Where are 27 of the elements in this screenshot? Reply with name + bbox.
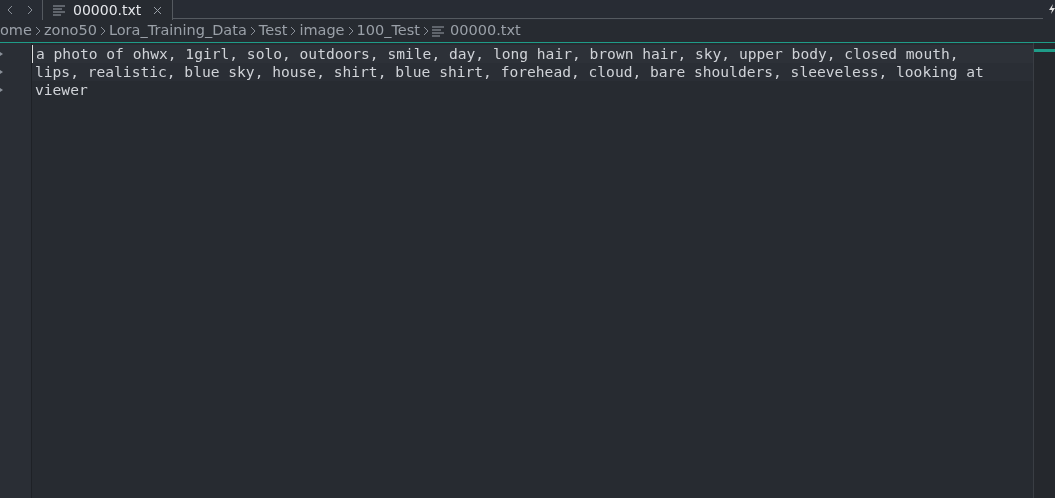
editor-tab[interactable]: 00000.txt [42,0,174,20]
chevron-right-icon [27,5,33,15]
wrap-marker-icon [0,70,3,74]
lightning-icon[interactable] [1049,4,1055,14]
breadcrumb-item[interactable]: 00000.txt [450,20,521,42]
text-line: lips, realistic, blue sky, house, shirt, blue shirt, forehead, cloud, bare shoulders, sleeveless, looking at [35,62,984,83]
breadcrumb-item[interactable]: Lora_Training_Data [108,20,247,42]
breadcrumb-item[interactable]: Test [258,20,288,42]
close-icon[interactable] [153,5,163,15]
line-marker-icon [0,52,3,56]
document-icon [432,25,445,37]
breadcrumb-item[interactable]: ome [0,20,32,42]
chevron-left-icon [7,5,13,15]
chevron-icon [99,26,106,36]
text-line: viewer [35,80,88,101]
breadcrumb-item[interactable]: image [299,20,345,42]
breadcrumb-item[interactable]: zono50 [43,20,97,42]
chevron-icon [423,26,430,36]
chevron-icon [347,26,354,36]
breadcrumb-item[interactable]: 100_Test [356,20,421,42]
chevron-icon [249,26,256,36]
tab-label: 00000.txt [73,0,142,20]
document-icon [53,4,65,16]
chevron-icon [34,26,41,36]
wrap-marker-icon [0,88,3,92]
text-line: a photo of ohwx, 1girl, solo, outdoors, smile, day, long hair, brown hair, sky, upper body, closed mouth, [36,44,959,65]
chevron-icon [290,26,297,36]
